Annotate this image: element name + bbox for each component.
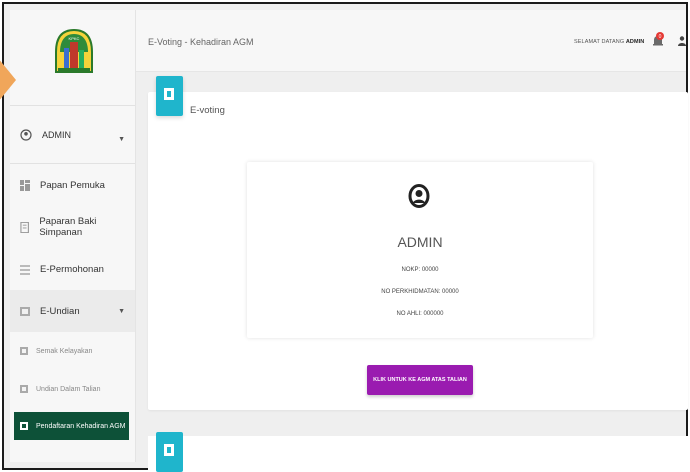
join-agm-online-button[interactable]: KLIK UNTUK KE AGM ATAS TALIAN [367,365,473,395]
sidebar-subitem-label: Undian Dalam Talian [36,385,101,393]
notification-count: 0 [659,34,662,40]
sidebar-item-e-permohonan[interactable]: E-Permohonan [10,248,135,290]
sidebar-subitem-label: Pendaftaran Kehadiran AGM [36,422,126,430]
profile-name: ADMIN [397,234,443,250]
vote-icon [20,306,30,316]
sidebar-item-label: Papan Pemuka [40,179,105,191]
list-icon [20,264,30,275]
profile-panel: ADMIN NOKP: 00000 NO PERKHIDMATAN: 00000… [247,162,593,338]
profile-nokp: NOKP: 00000 [401,267,439,273]
sidebar-item-label: E-Undian [40,305,80,317]
sidebar-menu: Papan Pemuka Paparan Baki Simpanan E-Per… [10,164,135,440]
card-header-badge [156,76,183,116]
profile-no-perkhidmatan: NO PERKHIDMATAN: 00000 [381,289,459,295]
sidebar-item-e-undian[interactable]: E-Undian ▼ [10,290,135,332]
e-voting-card: E-voting ADMIN NOKP: 00000 NO PERKHIDMAT… [148,76,688,410]
sidebar-item-label: Paparan Baki Simpanan [39,216,97,238]
sidebar: KPKC ADMIN ▼ Papan Pemuka Paparan Baki S… [10,10,136,462]
notification-bell-icon[interactable]: 0 [652,32,664,48]
registration-icon [20,422,28,430]
greeting-prefix: SELAMAT DATANG [574,39,625,45]
card-header-badge [156,432,183,472]
logo-area: KPKC [10,10,135,106]
sidebar-subitem-pendaftaran-kehadiran-agm[interactable]: Pendaftaran Kehadiran AGM [14,412,129,440]
sidebar-item-label: E-Permohonan [40,263,104,275]
organization-logo-icon: KPKC [55,28,93,73]
sidebar-subitem-undian-dalam-talian[interactable]: Undian Dalam Talian [10,370,135,408]
greeting: SELAMAT DATANG ADMIN [574,39,644,45]
svg-text:KPKC: KPKC [69,36,80,41]
user-name: ADMIN [42,129,71,140]
profile-no-ahli: NO AHLI: 000000 [396,311,444,317]
second-card [148,432,688,472]
chevron-down-icon: ▼ [118,308,125,315]
dashboard-icon [20,179,30,191]
pointer-arrow-icon [0,58,16,102]
sidebar-subitem-semak-kelayakan[interactable]: Semak Kelayakan [10,332,135,370]
sidebar-item-paparan-baki-simpanan[interactable]: Paparan Baki Simpanan [10,206,135,248]
user-menu[interactable]: ADMIN ▼ [10,106,135,164]
user-avatar-icon [408,184,430,208]
checklist-icon [20,347,28,355]
ballot-box-icon [164,444,174,456]
breadcrumb: E-Voting - Kehadiran AGM [148,37,254,47]
ballot-box-icon [164,88,174,100]
sidebar-subitem-label: Semak Kelayakan [36,347,93,355]
topbar: E-Voting - Kehadiran AGM SELAMAT DATANG … [136,10,686,72]
ballot-icon [20,385,28,393]
user-circle-icon [20,128,32,141]
sidebar-item-papan-pemuka[interactable]: Papan Pemuka [10,164,135,206]
document-icon [20,221,29,233]
card-title: E-voting [190,105,225,116]
chevron-down-icon: ▼ [118,136,125,143]
greeting-user: ADMIN [625,39,645,45]
user-profile-icon[interactable] [678,36,686,46]
